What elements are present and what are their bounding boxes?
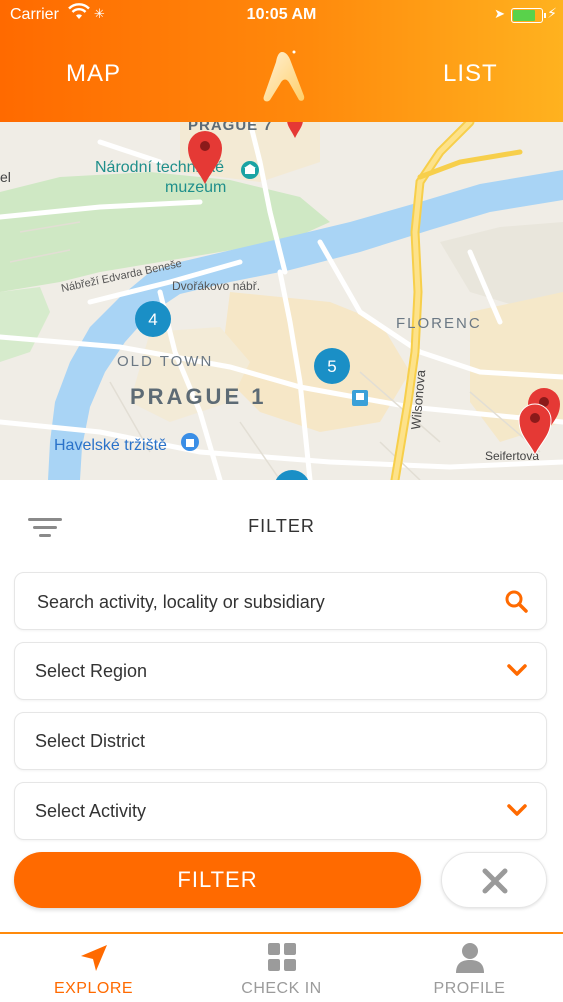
filter-submit-button[interactable]: FILTER <box>14 852 421 908</box>
navigation-arrow-icon <box>80 945 107 971</box>
map-cluster[interactable]: 4 <box>135 301 171 337</box>
clear-filter-button[interactable] <box>441 852 547 908</box>
close-icon <box>482 868 508 894</box>
activity-select-label: Select Activity <box>35 801 147 821</box>
tab-profile[interactable]: PROFILE <box>376 934 563 1002</box>
search-input[interactable] <box>35 583 479 621</box>
map-label-old-town: OLD TOWN <box>117 353 213 370</box>
chevron-down-icon[interactable] <box>506 659 528 686</box>
district-select[interactable]: Select District <box>14 712 547 770</box>
activity-select[interactable]: Select Activity <box>14 782 547 840</box>
map-label-prague1: PRAGUE 1 <box>130 384 266 409</box>
tab-profile-label: PROFILE <box>433 980 506 997</box>
tab-map[interactable]: MAP <box>66 60 121 88</box>
status-time: 10:05 AM <box>246 6 317 23</box>
map-label-edge: el <box>0 169 11 185</box>
cluster-count: 4 <box>148 310 157 329</box>
search-field[interactable] <box>14 572 547 630</box>
filter-title: FILTER <box>248 516 315 536</box>
tab-explore-label: EXPLORE <box>53 980 134 997</box>
chevron-down-icon[interactable] <box>506 799 528 826</box>
metro-icon <box>352 390 368 406</box>
status-bar: Carrier ✳ 10:05 AM ➤ ⚡ <box>0 0 563 30</box>
district-select-label: Select District <box>35 731 146 751</box>
search-icon[interactable] <box>504 589 528 618</box>
region-select-label: Select Region <box>35 661 148 681</box>
map-view[interactable]: PRAGUE 7 Národní technické muzeum el Náb… <box>0 122 563 480</box>
tab-checkin-label: CHECK IN <box>241 980 322 997</box>
tab-explore[interactable]: EXPLORE <box>0 934 187 1002</box>
shopping-bag-icon[interactable] <box>181 433 199 451</box>
museum-icon[interactable] <box>241 161 259 179</box>
map-label-dvorakovo: Dvořákovo nábř. <box>172 279 260 293</box>
map-label-seifertova: Seifertova <box>485 449 539 463</box>
charging-icon: ⚡ <box>547 5 557 21</box>
region-select[interactable]: Select Region <box>14 642 547 700</box>
cluster-count: 5 <box>327 357 336 376</box>
filter-panel: FILTER Select Region Select District Sel… <box>0 480 563 932</box>
grid-icon <box>267 943 296 971</box>
app-header: Carrier ✳ 10:05 AM ➤ ⚡ MAP LIST <box>0 0 563 122</box>
map-label-florenc: FLORENC <box>396 315 482 332</box>
battery-icon <box>511 8 546 23</box>
person-icon <box>455 943 484 973</box>
app-logo <box>256 48 308 109</box>
map-cluster[interactable]: 5 <box>314 348 350 384</box>
bottom-tab-bar: EXPLORE CHECK IN PROFILE <box>0 932 563 1002</box>
map-label-museum-line2: muzeum <box>165 179 226 196</box>
tab-checkin[interactable]: CHECK IN <box>188 934 375 1002</box>
tab-list[interactable]: LIST <box>443 60 498 88</box>
map-label-market: Havelské tržiště <box>54 437 167 454</box>
location-arrow-icon: ➤ <box>494 6 505 21</box>
